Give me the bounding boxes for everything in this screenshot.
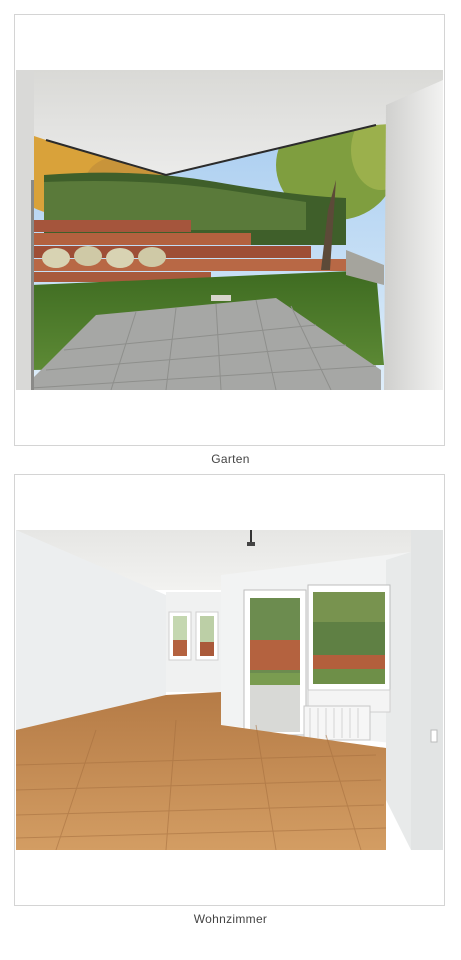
living-room-image	[16, 530, 443, 850]
caption-garden: Garten	[211, 452, 250, 466]
garden-photo[interactable]	[16, 70, 443, 390]
living-room-photo[interactable]	[16, 530, 443, 850]
caption-living-room: Wohnzimmer	[193, 912, 268, 926]
garden-image	[16, 70, 443, 390]
